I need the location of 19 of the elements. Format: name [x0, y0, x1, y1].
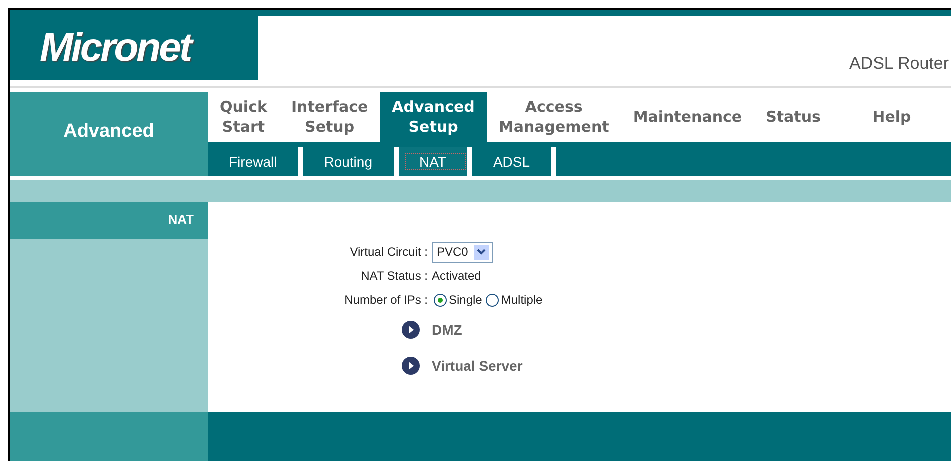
radio-label: Single: [449, 293, 482, 307]
nav-tab[interactable]: Advanced Setup: [380, 92, 487, 142]
logo: Micronet: [10, 16, 258, 80]
page-link[interactable]: Virtual Server: [432, 358, 523, 374]
sidebar-title: NAT: [10, 202, 208, 239]
arrow-bullet-icon: [402, 357, 420, 375]
field-label: NAT Status :: [360, 269, 428, 283]
field-label: Virtual Circuit :: [349, 245, 428, 259]
field-label: Number of IPs :: [344, 293, 428, 307]
nat-status-value: Activated: [432, 269, 482, 283]
sub-tab[interactable]: NAT: [398, 147, 472, 176]
radio-button[interactable]: [486, 294, 500, 306]
radio-button[interactable]: [434, 294, 447, 306]
section-title: Advanced: [10, 92, 208, 176]
virtual-circuit-dropdown[interactable]: PVC0: [432, 242, 494, 262]
page-link[interactable]: DMZ: [432, 322, 462, 338]
arrow-bullet-icon: [402, 321, 420, 339]
radio-label: Multiple: [501, 293, 543, 307]
product-name: ADSL Router: [849, 54, 949, 74]
